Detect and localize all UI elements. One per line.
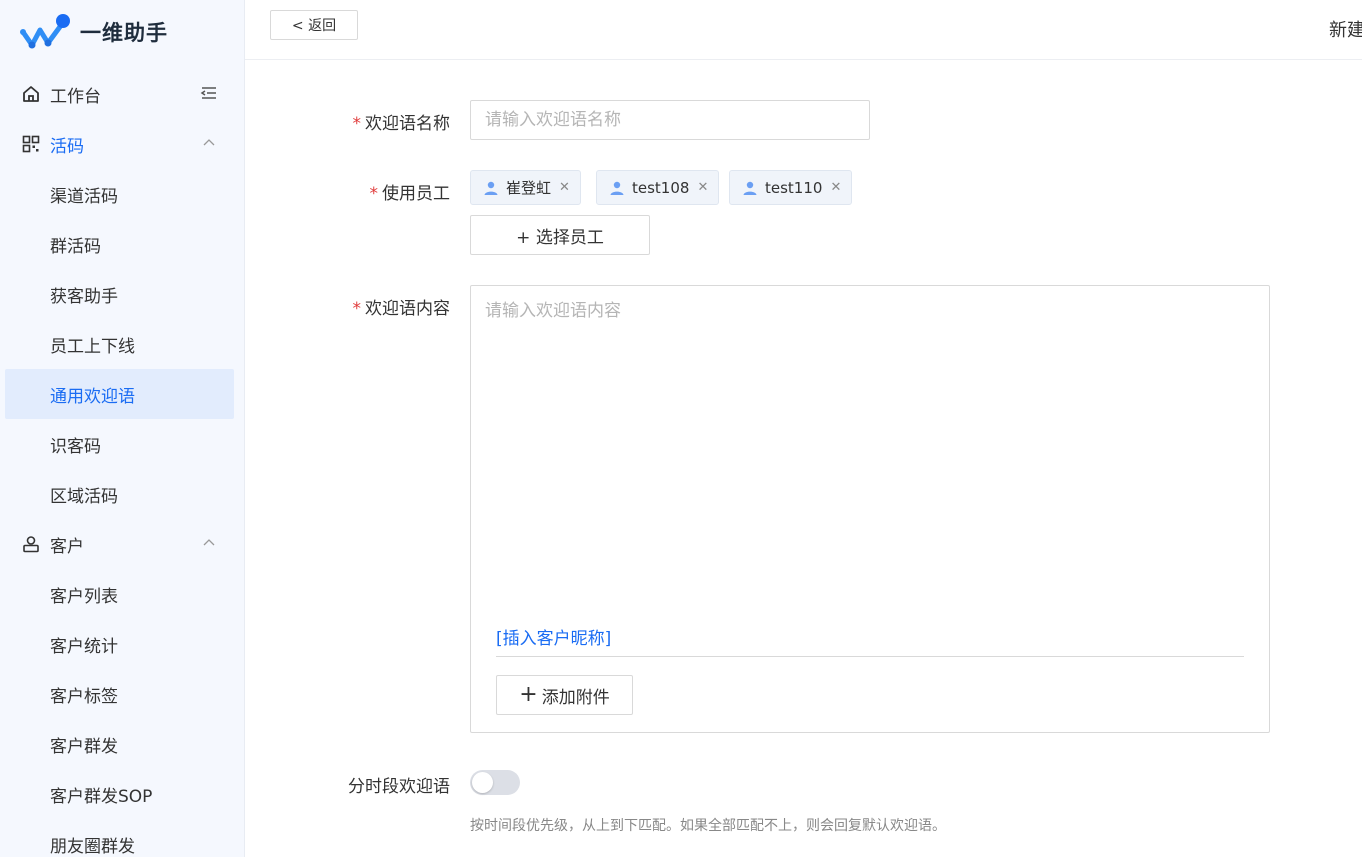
required-mark: * (352, 299, 362, 319)
welcome-content-editor: [插入客户昵称] + 添加附件 (470, 285, 1270, 733)
timed-welcome-label: 分时段欢迎语 (348, 777, 450, 797)
sidebar-item-channel-qrcode[interactable]: 渠道活码 (5, 169, 234, 219)
sidebar-item-moments-broadcast[interactable]: 朋友圈群发 (5, 819, 234, 857)
sidebar-item-customer-broadcast-sop[interactable]: 客户群发SOP (5, 769, 234, 819)
staff-label: * 使用员工 (250, 179, 451, 204)
welcome-name-label-text: 欢迎语名称 (365, 114, 450, 134)
close-icon[interactable]: ✕ (697, 180, 708, 195)
staff-tag-name: 崔登虹 (506, 179, 552, 197)
page-header: < 返回 新建 (245, 0, 1362, 60)
brand-name: 一维助手 (80, 21, 168, 45)
sidebar-item-customer-broadcast[interactable]: 客户群发 (5, 719, 234, 769)
sidebar-item-customer-recognition-code[interactable]: 识客码 (5, 419, 234, 469)
sidebar-group-customer[interactable]: 客户 (5, 519, 234, 569)
staff-tag-name: test108 (632, 178, 690, 197)
add-attachment-button[interactable]: + 添加附件 (496, 675, 633, 715)
sidebar-item-workbench[interactable]: 工作台 (5, 69, 234, 119)
required-mark: * (369, 184, 379, 204)
chevron-up-icon (203, 539, 215, 546)
user-icon (743, 181, 757, 195)
user-icon (610, 181, 624, 195)
page-title: 新建 (1329, 20, 1362, 41)
sidebar-item-label: 客户 (50, 536, 84, 557)
sidebar-item-acquisition-assistant[interactable]: 获客助手 (5, 269, 234, 319)
staff-tag: 崔登虹 ✕ (470, 170, 581, 205)
user-icon (484, 181, 498, 195)
close-icon[interactable]: ✕ (830, 180, 841, 195)
close-icon[interactable]: ✕ (559, 180, 570, 195)
qrcode-icon (20, 133, 42, 155)
welcome-name-input[interactable] (470, 100, 870, 140)
staff-tag: test110 ✕ (729, 170, 853, 205)
sidebar-item-group-qrcode[interactable]: 群活码 (5, 219, 234, 269)
logo-icon (20, 14, 70, 49)
welcome-content-label: * 欢迎语内容 (250, 294, 451, 319)
sidebar-item-customer-stats[interactable]: 客户统计 (5, 619, 234, 669)
select-staff-button[interactable]: + 选择员工 (470, 215, 650, 255)
plus-icon: + (519, 682, 538, 707)
divider (496, 656, 1244, 657)
app-root: 一维助手 工作台 活码 渠道活码 群活码 获客助手 员工上下线 通用欢迎语 识客… (0, 0, 1362, 857)
staff-tag-name: test110 (765, 178, 823, 197)
collapse-menu-icon[interactable] (200, 84, 218, 102)
insert-nickname-link[interactable]: [插入客户昵称] (496, 624, 611, 649)
sidebar-item-customer-list[interactable]: 客户列表 (5, 569, 234, 619)
sidebar-item-label: 活码 (50, 136, 84, 157)
home-icon (20, 83, 42, 105)
sidebar: 一维助手 工作台 活码 渠道活码 群活码 获客助手 员工上下线 通用欢迎语 识客… (0, 0, 245, 857)
toggle-knob (472, 772, 493, 793)
sidebar-item-general-welcome[interactable]: 通用欢迎语 (5, 369, 234, 419)
sidebar-item-customer-tags[interactable]: 客户标签 (5, 669, 234, 719)
welcome-content-textarea[interactable] (471, 286, 1269, 606)
required-mark: * (352, 114, 362, 134)
staff-tag: test108 ✕ (596, 170, 720, 205)
timed-welcome-toggle[interactable] (470, 770, 520, 795)
sidebar-item-regional-qrcode[interactable]: 区域活码 (5, 469, 234, 519)
welcome-name-label: * 欢迎语名称 (250, 109, 451, 134)
back-button[interactable]: < 返回 (270, 10, 358, 40)
staff-label-text: 使用员工 (382, 184, 450, 204)
sidebar-item-label: 工作台 (50, 86, 101, 107)
welcome-content-label-text: 欢迎语内容 (365, 299, 450, 319)
chevron-up-icon (203, 139, 215, 146)
timed-welcome-hint: 按时间段优先级，从上到下匹配。如果全部匹配不上，则会回复默认欢迎语。 (470, 818, 946, 834)
customer-icon (20, 533, 42, 555)
sidebar-group-qrcode[interactable]: 活码 (5, 119, 234, 169)
sidebar-item-staff-shift[interactable]: 员工上下线 (5, 319, 234, 369)
logo: 一维助手 (18, 12, 168, 52)
add-attachment-label: 添加附件 (541, 687, 610, 708)
